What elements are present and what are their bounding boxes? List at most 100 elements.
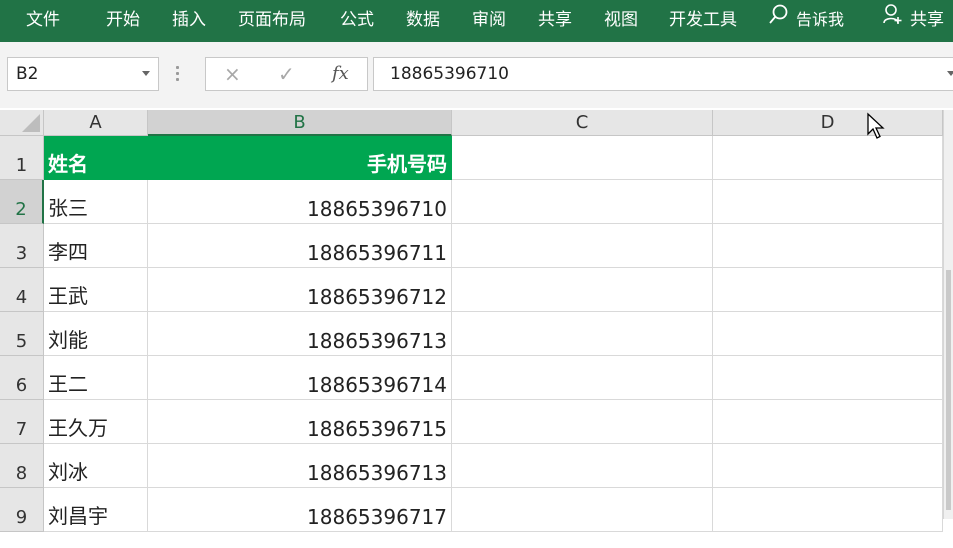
row-header[interactable]: 2 xyxy=(0,180,44,224)
row-header[interactable]: 6 xyxy=(0,356,44,400)
cell-d9[interactable] xyxy=(713,488,943,532)
formula-buttons: × ✓ fx xyxy=(205,57,368,91)
column-header-d[interactable]: D xyxy=(713,110,943,136)
person-icon xyxy=(882,0,904,40)
cell-d8[interactable] xyxy=(713,444,943,488)
expand-formula-icon[interactable] xyxy=(947,71,953,76)
name-box[interactable]: B2 xyxy=(7,57,159,91)
cell-text: 18865396713 xyxy=(307,329,447,353)
vertical-scrollbar[interactable] xyxy=(943,110,953,519)
cell-b1[interactable]: 手机号码 xyxy=(148,136,452,180)
cell-d1[interactable] xyxy=(713,136,943,180)
name-box-value: B2 xyxy=(16,64,39,84)
share-button[interactable]: 共享 xyxy=(882,0,944,40)
cell-text: 18865396711 xyxy=(307,241,447,265)
tab-insert[interactable]: 插入 xyxy=(172,0,206,40)
column-header-a[interactable]: A xyxy=(44,110,148,136)
cell-c6[interactable] xyxy=(452,356,713,400)
tab-review[interactable]: 审阅 xyxy=(472,0,506,40)
cell-a7[interactable]: 王久万 xyxy=(44,400,148,444)
cell-a4[interactable]: 王武 xyxy=(44,268,148,312)
drag-handle-icon[interactable] xyxy=(176,66,180,82)
row-header[interactable]: 3 xyxy=(0,224,44,268)
mouse-pointer-icon xyxy=(866,112,888,144)
cell-d5[interactable] xyxy=(713,312,943,356)
enter-icon[interactable]: ✓ xyxy=(278,58,295,90)
cell-text: 刘冰 xyxy=(48,460,88,484)
select-all-corner[interactable] xyxy=(0,110,44,136)
cell-b4[interactable]: 18865396712 xyxy=(148,268,452,312)
cell-d2[interactable] xyxy=(713,180,943,224)
row-header[interactable]: 9 xyxy=(0,488,44,532)
cell-d3[interactable] xyxy=(713,224,943,268)
cell-b3[interactable]: 18865396711 xyxy=(148,224,452,268)
row-header[interactable]: 7 xyxy=(0,400,44,444)
cell-text: 18865396717 xyxy=(307,505,447,529)
cell-text: 刘能 xyxy=(48,328,88,352)
cell-c2[interactable] xyxy=(452,180,713,224)
cell-text: 18865396713 xyxy=(307,461,447,485)
formula-input[interactable]: 18865396710 xyxy=(373,57,953,91)
cell-text: 王二 xyxy=(48,372,88,396)
tab-data[interactable]: 数据 xyxy=(406,0,440,40)
formula-value: 18865396710 xyxy=(390,64,509,84)
cell-d4[interactable] xyxy=(713,268,943,312)
tab-page-layout[interactable]: 页面布局 xyxy=(238,0,306,40)
cell-c7[interactable] xyxy=(452,400,713,444)
cell-c3[interactable] xyxy=(452,224,713,268)
insert-function-icon[interactable]: fx xyxy=(332,58,349,90)
cell-b9[interactable]: 18865396717 xyxy=(148,488,452,532)
cell-b6[interactable]: 18865396714 xyxy=(148,356,452,400)
cell-text: 王武 xyxy=(48,284,88,308)
cell-c8[interactable] xyxy=(452,444,713,488)
cell-text: 18865396710 xyxy=(307,197,447,221)
cancel-icon[interactable]: × xyxy=(224,58,241,90)
formula-bar: B2 × ✓ fx 18865396710 xyxy=(0,42,953,108)
cell-b5[interactable]: 18865396713 xyxy=(148,312,452,356)
cell-a3[interactable]: 李四 xyxy=(44,224,148,268)
cell-c5[interactable] xyxy=(452,312,713,356)
tab-home[interactable]: 开始 xyxy=(106,0,140,40)
tab-share[interactable]: 共享 xyxy=(538,0,572,40)
cell-text: 刘昌宇 xyxy=(48,504,108,528)
cell-text: 18865396714 xyxy=(307,373,447,397)
cell-d7[interactable] xyxy=(713,400,943,444)
cell-text: 18865396712 xyxy=(307,285,447,309)
row-header[interactable]: 4 xyxy=(0,268,44,312)
tell-me-label: 告诉我 xyxy=(796,10,845,29)
tell-me-box[interactable]: 告诉我 xyxy=(768,0,844,40)
column-header-b[interactable]: B xyxy=(148,110,452,136)
tab-view[interactable]: 视图 xyxy=(604,0,638,40)
tab-file[interactable]: 文件 xyxy=(26,0,60,40)
share-label: 共享 xyxy=(910,10,944,30)
row-header[interactable]: 8 xyxy=(0,444,44,488)
cell-text: 姓名 xyxy=(48,152,88,176)
cell-d6[interactable] xyxy=(713,356,943,400)
cell-c1[interactable] xyxy=(452,136,713,180)
cell-text: 王久万 xyxy=(48,416,108,440)
cell-c9[interactable] xyxy=(452,488,713,532)
cell-c4[interactable] xyxy=(452,268,713,312)
cell-a8[interactable]: 刘冰 xyxy=(44,444,148,488)
cell-a2[interactable]: 张三 xyxy=(44,180,148,224)
cell-a6[interactable]: 王二 xyxy=(44,356,148,400)
cell-b7[interactable]: 18865396715 xyxy=(148,400,452,444)
cell-b2[interactable]: 18865396710 xyxy=(148,180,452,224)
cell-a5[interactable]: 刘能 xyxy=(44,312,148,356)
cell-text: 张三 xyxy=(48,196,88,220)
column-header-c[interactable]: C xyxy=(452,110,713,136)
cell-text: 李四 xyxy=(48,240,88,264)
cell-text: 手机号码 xyxy=(367,152,447,176)
cell-a9[interactable]: 刘昌宇 xyxy=(44,488,148,532)
row-header[interactable]: 5 xyxy=(0,312,44,356)
cell-a1[interactable]: 姓名 xyxy=(44,136,148,180)
worksheet-grid: A B C D 1 姓名 手机号码 2 张三 18865396710 3 李四 18865396… xyxy=(0,110,953,532)
tab-formulas[interactable]: 公式 xyxy=(340,0,374,40)
lightbulb-search-icon xyxy=(768,0,790,40)
cell-b8[interactable]: 18865396713 xyxy=(148,444,452,488)
row-header[interactable]: 1 xyxy=(0,136,44,180)
cell-text: 18865396715 xyxy=(307,417,447,441)
scrollbar-thumb[interactable] xyxy=(946,270,951,510)
tab-developer[interactable]: 开发工具 xyxy=(669,0,737,40)
chevron-down-icon[interactable] xyxy=(142,71,150,76)
